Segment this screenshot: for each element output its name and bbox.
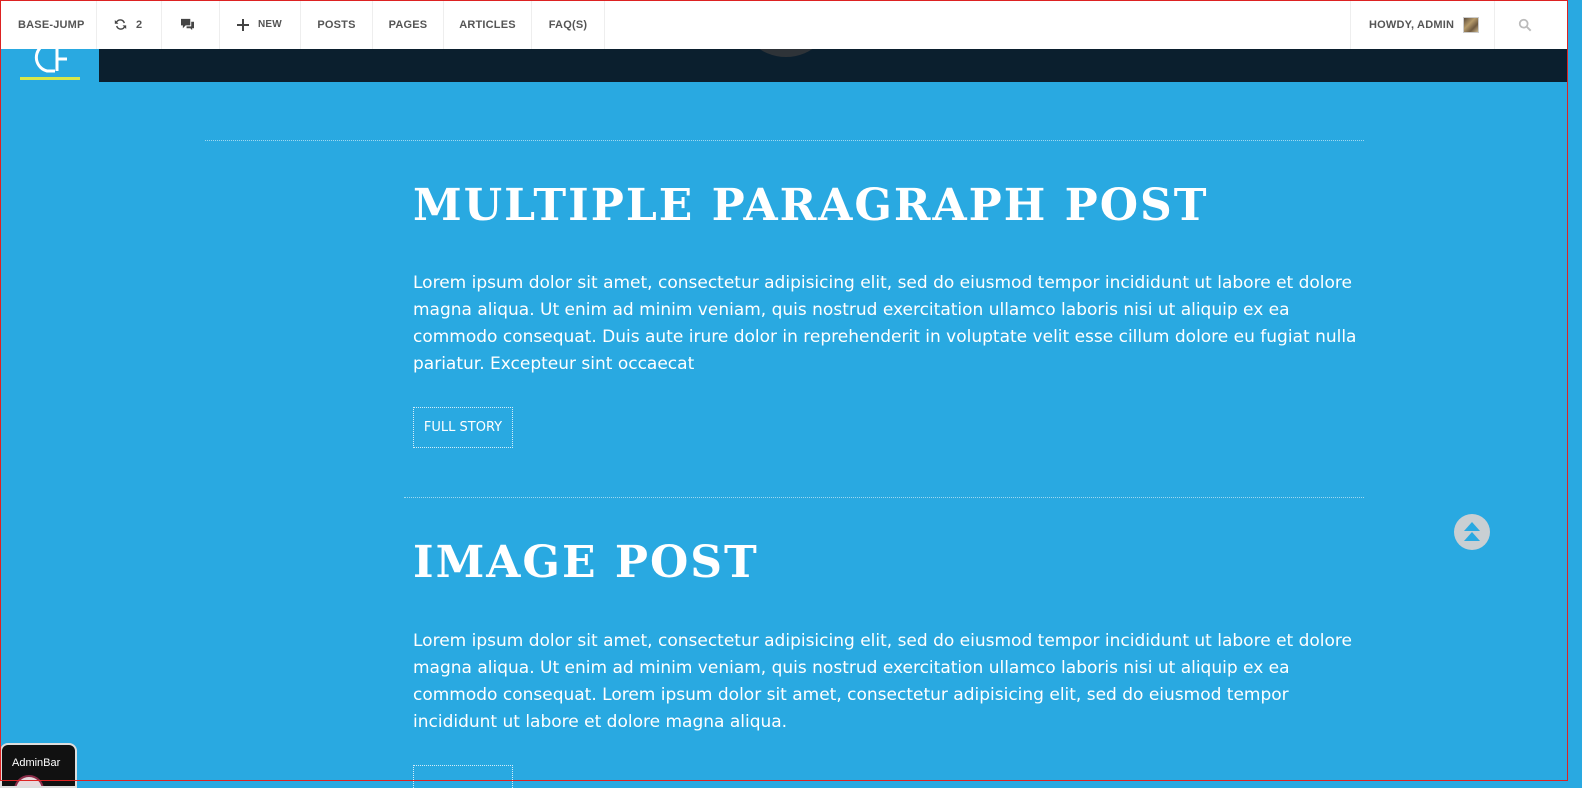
divider xyxy=(205,140,1364,141)
full-story-button[interactable]: FULL STORY xyxy=(413,407,513,448)
site-header xyxy=(0,9,1568,82)
greeting-label: HOWDY, ADMIN xyxy=(1369,18,1455,31)
comments-icon xyxy=(180,18,195,31)
post-title[interactable]: IMAGE POST xyxy=(413,537,759,588)
admin-bar: BASE-JUMP 2 NEW POSTS PAGES ARTICLES FAQ… xyxy=(0,0,1568,49)
site-name-label: BASE-JUMP xyxy=(18,18,85,31)
adminbar-toggle-tab[interactable]: AdminBar xyxy=(0,743,77,788)
logo-underline xyxy=(20,77,80,80)
refresh-icon xyxy=(114,18,127,31)
menu-pages-label: PAGES xyxy=(388,18,428,31)
adminbar-tab-label: AdminBar xyxy=(12,757,61,769)
site-name-link[interactable]: BASE-JUMP xyxy=(0,0,97,49)
post-title[interactable]: MULTIPLE PARAGRAPH POST xyxy=(413,180,1209,231)
menu-pages[interactable]: PAGES xyxy=(373,0,444,49)
full-story-button[interactable] xyxy=(413,765,513,788)
menu-articles[interactable]: ARTICLES xyxy=(444,0,532,49)
menu-posts[interactable]: POSTS xyxy=(301,0,373,49)
menu-posts-label: POSTS xyxy=(317,18,356,31)
comments-link[interactable] xyxy=(162,0,220,49)
post-excerpt: Lorem ipsum dolor sit amet, consectetur … xyxy=(413,631,1352,732)
account-menu[interactable]: HOWDY, ADMIN xyxy=(1350,0,1495,49)
site-logo[interactable] xyxy=(1,49,99,82)
scroll-to-top-icon xyxy=(1464,522,1480,541)
divider xyxy=(404,497,1364,498)
adminbar-tab-avatar xyxy=(14,775,44,786)
post-excerpt: Lorem ipsum dolor sit amet, consectetur … xyxy=(413,273,1357,374)
menu-articles-label: ARTICLES xyxy=(459,18,516,31)
menu-faqs[interactable]: FAQ(S) xyxy=(532,0,605,49)
search-button[interactable] xyxy=(1495,0,1555,49)
updates-link[interactable]: 2 xyxy=(97,0,162,49)
scroll-to-top-button[interactable] xyxy=(1454,514,1490,550)
new-label: NEW xyxy=(258,19,282,30)
search-icon xyxy=(1518,18,1532,32)
avatar xyxy=(1463,16,1480,33)
new-content-link[interactable]: NEW xyxy=(220,0,301,49)
updates-count: 2 xyxy=(136,18,143,31)
plus-icon xyxy=(237,18,249,31)
menu-faqs-label: FAQ(S) xyxy=(548,18,588,31)
